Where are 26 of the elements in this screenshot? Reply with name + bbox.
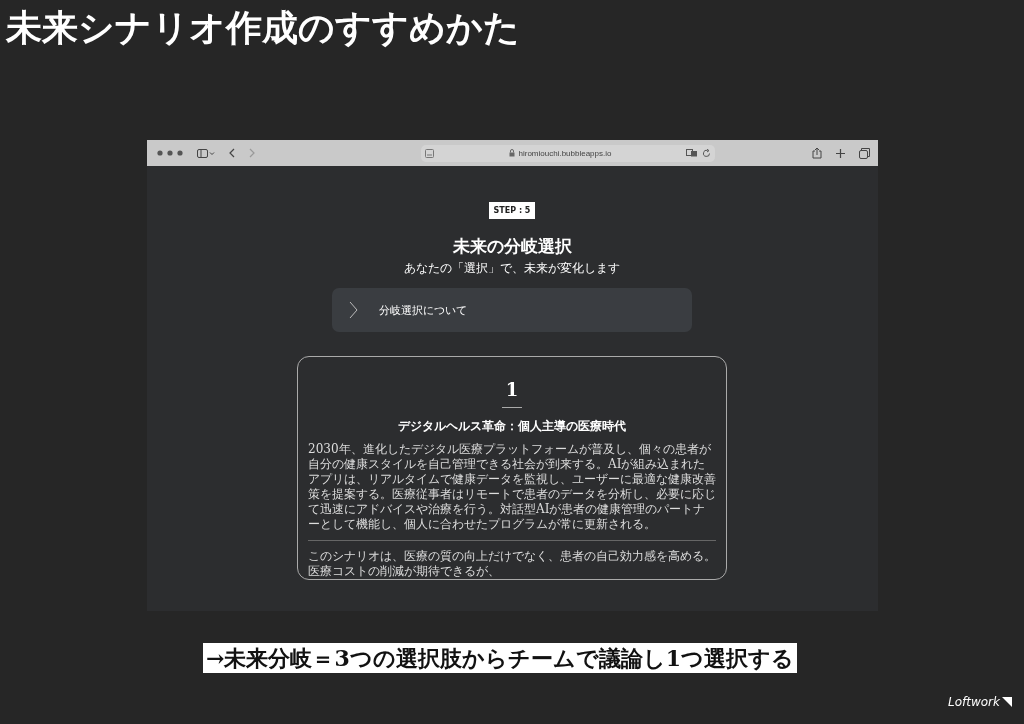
translate-icon[interactable] [686,149,698,157]
address-bar[interactable]: hiromiouchi.bubbleapps.io [421,144,715,162]
reload-icon[interactable] [702,148,711,158]
url-text: hiromiouchi.bubbleapps.io [518,148,612,158]
back-icon[interactable] [228,148,235,158]
scenario-title: デジタルヘルス革命：個人主導の医療時代 [398,418,626,434]
page-subheading: あなたの「選択」で、未来が変化します [404,261,620,276]
page-heading: 未来の分岐選択 [452,235,572,257]
scenario-text: このシナリオは、医療の質の向上だけでなく、患者の自己効力感を高める。医療コストの削減が期待できるが、 [308,549,716,579]
share-icon[interactable] [811,147,822,159]
sidebar-icon[interactable] [196,148,215,158]
scenario-text: 2030年、進化したデジタル医療プラットフォームが普及し、個々の患者が自分の健康スタイルを自己管理できる社会が到来する。AIが組み込まれたアプリは、リアルタイムで健康データを監視し、ユーザーに最適な健康改善策を提案する。医療従事者はリモートで患者のデータを分析し、必要に応じて迅速にアドバイスや治療を行う。対話型AIが患者の健康管理のパートナーとして機能し、個人に合わせたプログラムが常に更新される。 [308,442,716,532]
step-badge: STEP : 5 [488,202,536,219]
chevron-icon [349,301,358,319]
accordion-header[interactable]: 分岐選択について [332,288,692,332]
page-icon [425,148,434,158]
window-controls-icon [156,150,183,156]
new-tab-icon[interactable] [835,148,845,158]
slide-caption: →未来分岐＝3つの選択肢からチームで議論し1つ選択する [202,643,798,673]
accordion-label: 分岐選択について [379,302,467,318]
tabs-overview-icon[interactable] [858,147,870,159]
lock-icon [508,149,515,157]
triangle-icon [1002,697,1012,707]
scenario-number: 1 [505,379,519,401]
logo-text: Loftwork [948,695,1000,709]
slide-title: 未来シナリオ作成のすすめかた [5,5,521,50]
